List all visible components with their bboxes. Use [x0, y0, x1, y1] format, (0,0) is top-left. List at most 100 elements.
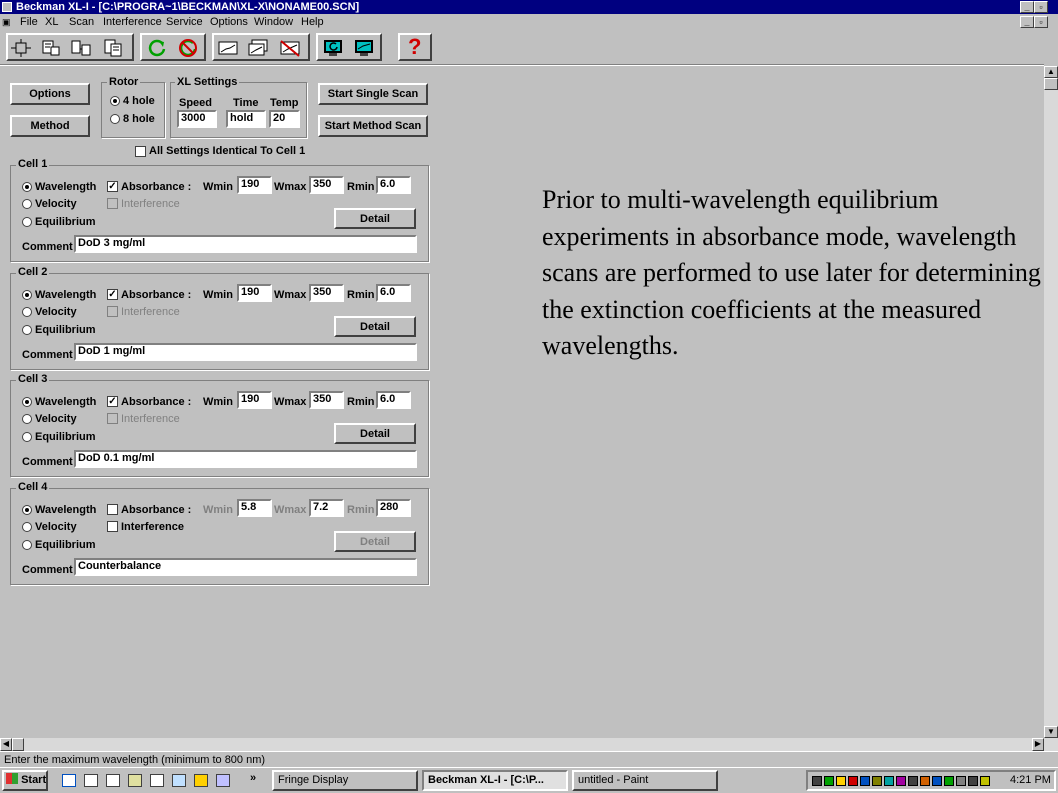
more-quicklaunch-icon[interactable]: »	[250, 772, 256, 784]
sun-icon[interactable]	[194, 774, 208, 787]
scroll-left-icon[interactable]: ◀	[0, 738, 12, 751]
menu-file[interactable]: File	[20, 14, 38, 30]
comment-field[interactable]: Counterbalance	[74, 558, 417, 576]
menu-xl[interactable]: XL	[45, 14, 58, 30]
task-paint[interactable]: untitled - Paint	[572, 770, 718, 791]
tray-icon[interactable]	[884, 776, 894, 786]
tray-icon[interactable]	[968, 776, 978, 786]
temp-field[interactable]: 20	[269, 110, 300, 128]
velocity-radio[interactable]	[22, 307, 32, 317]
cancel-scan-graph-icon[interactable]	[280, 39, 300, 57]
doc-icon[interactable]: ▣	[2, 14, 11, 30]
scroll-down-icon[interactable]: ▼	[1044, 726, 1058, 738]
interference-checkbox[interactable]	[107, 198, 118, 209]
doc-restore-button[interactable]: ▫	[1034, 16, 1048, 28]
comment-field[interactable]: DoD 0.1 mg/ml	[74, 450, 417, 468]
restore-button[interactable]: ▫	[1034, 1, 1048, 13]
rotor-8-hole-radio[interactable]	[110, 114, 120, 124]
tray-icon[interactable]	[908, 776, 918, 786]
tray-icon[interactable]	[860, 776, 870, 786]
tray-icon[interactable]	[932, 776, 942, 786]
rmin-field[interactable]: 6.0	[376, 176, 411, 194]
rmin-field[interactable]: 6.0	[376, 284, 411, 302]
tray-icon[interactable]	[812, 776, 822, 786]
wavelength-radio[interactable]	[22, 290, 32, 300]
multi-scan-graph-icon[interactable]	[248, 39, 268, 57]
menu-scan[interactable]: Scan	[69, 14, 94, 30]
wmin-field[interactable]: 190	[237, 176, 272, 194]
comment-field[interactable]: DoD 3 mg/ml	[74, 235, 417, 253]
tray-icon[interactable]	[896, 776, 906, 786]
task-beckman-xl[interactable]: Beckman XL-I - [C:\P...	[422, 770, 568, 791]
edit-icon[interactable]	[128, 774, 142, 787]
vertical-scrollbar[interactable]: ▲ ▼	[1044, 66, 1058, 738]
tray-icon[interactable]	[944, 776, 954, 786]
rmin-field[interactable]: 6.0	[376, 391, 411, 409]
wmin-field[interactable]: 5.8	[237, 499, 272, 517]
start-button[interactable]: Start	[2, 770, 48, 791]
identical-settings-checkbox[interactable]	[135, 146, 146, 157]
optics-icon[interactable]	[11, 39, 31, 57]
tray-icon[interactable]	[824, 776, 834, 786]
velocity-radio[interactable]	[22, 199, 32, 209]
scan-graph-icon[interactable]	[218, 39, 238, 57]
wmin-field[interactable]: 190	[237, 391, 272, 409]
tray-icon[interactable]	[980, 776, 990, 786]
method-button[interactable]: Method	[10, 115, 90, 137]
absorbance-checkbox[interactable]: ✓	[107, 181, 118, 192]
equilibrium-radio[interactable]	[22, 540, 32, 550]
stop-refresh-icon[interactable]	[178, 39, 198, 57]
search-icon[interactable]	[172, 774, 186, 787]
options-button[interactable]: Options	[10, 83, 90, 105]
absorbance-checkbox[interactable]	[107, 504, 118, 515]
menu-interference[interactable]: Interference	[103, 14, 162, 30]
desktop-icon[interactable]	[84, 774, 98, 787]
wmax-field[interactable]: 350	[309, 284, 344, 302]
wmax-field[interactable]: 350	[309, 391, 344, 409]
monitor-refresh-icon[interactable]	[323, 39, 343, 57]
wmax-field[interactable]: 7.2	[309, 499, 344, 517]
absorbance-checkbox[interactable]: ✓	[107, 289, 118, 300]
rotor-4-hole-radio[interactable]	[110, 96, 120, 106]
wmin-field[interactable]: 190	[237, 284, 272, 302]
start-single-scan-button[interactable]: Start Single Scan	[318, 83, 428, 105]
velocity-radio[interactable]	[22, 414, 32, 424]
ie-icon[interactable]	[62, 774, 76, 787]
velocity-radio[interactable]	[22, 522, 32, 532]
tray-icon[interactable]	[956, 776, 966, 786]
scroll-up-icon[interactable]: ▲	[1044, 66, 1058, 78]
calculator-icon[interactable]	[150, 774, 164, 787]
wavelength-radio[interactable]	[22, 182, 32, 192]
rmin-field[interactable]: 280	[376, 499, 411, 517]
interference-checkbox[interactable]	[107, 306, 118, 317]
hscroll-thumb[interactable]	[12, 738, 24, 751]
tray-icon[interactable]	[872, 776, 882, 786]
equilibrium-radio[interactable]	[22, 325, 32, 335]
detail-button[interactable]: Detail	[334, 208, 416, 229]
scroll-right-icon[interactable]: ▶	[1032, 738, 1044, 751]
task-fringe-display[interactable]: Fringe Display	[272, 770, 418, 791]
comment-field[interactable]: DoD 1 mg/ml	[74, 343, 417, 361]
time-field[interactable]: hold	[226, 110, 266, 128]
help-button[interactable]: ?	[398, 33, 432, 61]
absorbance-checkbox[interactable]: ✓	[107, 396, 118, 407]
network-share-icon[interactable]	[216, 774, 230, 787]
doc-minimize-button[interactable]: _	[1020, 16, 1034, 28]
tray-icon[interactable]	[920, 776, 930, 786]
network-icon[interactable]	[71, 39, 91, 57]
computer-icon[interactable]	[41, 39, 61, 57]
app-icon[interactable]	[2, 2, 12, 12]
equilibrium-radio[interactable]	[22, 432, 32, 442]
tray-icon[interactable]	[836, 776, 846, 786]
detail-button[interactable]: Detail	[334, 531, 416, 552]
refresh-icon[interactable]	[147, 39, 167, 57]
menu-help[interactable]: Help	[301, 14, 324, 30]
interference-checkbox[interactable]	[107, 413, 118, 424]
start-method-scan-button[interactable]: Start Method Scan	[318, 115, 428, 137]
scroll-thumb[interactable]	[1044, 78, 1058, 90]
wavelength-radio[interactable]	[22, 397, 32, 407]
menu-service[interactable]: Service	[166, 14, 203, 30]
equilibrium-radio[interactable]	[22, 217, 32, 227]
detail-button[interactable]: Detail	[334, 423, 416, 444]
horizontal-scrollbar[interactable]: ◀ ▶	[0, 738, 1058, 751]
